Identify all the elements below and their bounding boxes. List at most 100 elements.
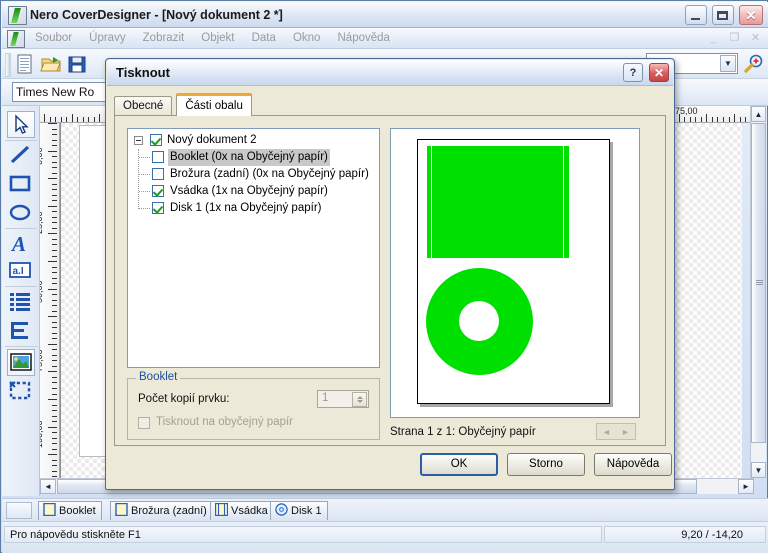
close-icon: ✕: [653, 65, 665, 80]
svg-text:a.I: a.I: [13, 266, 24, 277]
vertical-scroll-thumb[interactable]: [751, 123, 766, 443]
tree-checkbox-vsadka[interactable]: [152, 185, 164, 197]
tab-obecne[interactable]: Obecné: [114, 96, 173, 116]
rectangle-tool[interactable]: [7, 171, 35, 198]
doctab-booklet[interactable]: Booklet: [38, 501, 102, 520]
tree-row-vsadka[interactable]: Vsádka (1x na Obyčejný papír): [128, 183, 379, 200]
collapse-toggle-icon[interactable]: [134, 136, 143, 145]
tree-row-disk-1[interactable]: Disk 1 (1x na Obyčejný papír): [128, 200, 379, 217]
tree-branch-line: [139, 174, 150, 175]
window-title: Nero CoverDesigner - [Nový dokument 2 *]: [30, 8, 283, 22]
line-tool[interactable]: [7, 142, 35, 169]
close-icon: ✕: [745, 7, 757, 23]
help-button[interactable]: Nápověda: [594, 453, 672, 476]
dialog-tab-page: Nový dokument 2 Booklet (0x na Obyčejný …: [114, 115, 666, 446]
preview-next-icon[interactable]: ►: [621, 423, 630, 441]
new-document-icon[interactable]: [14, 54, 36, 75]
close-button[interactable]: ✕: [739, 5, 763, 25]
stepper-arrows-icon[interactable]: [352, 392, 367, 407]
window-controls: ✕: [683, 5, 763, 25]
cover-elements-tree[interactable]: Nový dokument 2 Booklet (0x na Obyčejný …: [127, 128, 380, 368]
tree-row-brozura-zadni[interactable]: Brožura (zadní) (0x na Obyčejný papír): [128, 166, 379, 183]
scroll-down-button[interactable]: ▼: [751, 462, 766, 478]
document-tab-bar: Booklet Brožura (zadní) Vsádka Disk 1: [2, 498, 768, 521]
placeholder-tool[interactable]: [7, 378, 35, 405]
dialog-body: Obecné Části obalu Nový dokument 2 Bookl…: [107, 86, 673, 488]
artistic-text-tool[interactable]: A: [7, 231, 35, 258]
field-tool[interactable]: [7, 318, 35, 345]
doctab-vsadka[interactable]: Vsádka: [210, 501, 274, 520]
text-box-tool[interactable]: a.I: [7, 258, 35, 285]
preview-page-nav[interactable]: ◄ ►: [596, 423, 636, 440]
menu-zobrazit[interactable]: Zobrazit: [136, 28, 192, 49]
save-document-icon[interactable]: [66, 54, 88, 75]
image-tool[interactable]: [7, 349, 35, 376]
menu-upravy[interactable]: Úpravy: [82, 28, 132, 49]
doctab-disk-1[interactable]: Disk 1: [270, 501, 328, 520]
mdi-minimize-button[interactable]: _: [705, 30, 722, 46]
select-arrow-tool[interactable]: [7, 111, 35, 138]
vertical-scrollbar[interactable]: ▲ ▼: [750, 106, 766, 478]
tree-label-vsadka: Vsádka (1x na Obyčejný papír): [170, 185, 328, 197]
print-dialog: Tisknout ? ✕ Obecné Části obalu Nový dok…: [105, 58, 675, 490]
preview-page: [417, 139, 610, 404]
maximize-button[interactable]: [711, 5, 734, 25]
booklet-back-icon: [115, 502, 128, 517]
ellipse-tool[interactable]: [7, 200, 35, 227]
ruler-label-v-25: 25,00: [40, 211, 44, 234]
menu-data[interactable]: Data: [245, 28, 283, 49]
scroll-up-button[interactable]: ▲: [751, 106, 766, 122]
open-document-icon[interactable]: [40, 54, 62, 75]
menu-objekt[interactable]: Objekt: [194, 28, 241, 49]
mdi-close-button[interactable]: ✕: [747, 30, 764, 46]
ok-button[interactable]: OK: [420, 453, 498, 476]
chevron-down-icon[interactable]: ▼: [720, 55, 736, 72]
status-hint: Pro nápovědu stiskněte F1: [4, 526, 602, 543]
tab-scroll-left-button[interactable]: [6, 502, 32, 519]
tree-checkbox-root[interactable]: [150, 134, 162, 146]
preview-prev-icon[interactable]: ◄: [602, 423, 611, 441]
inlay-icon: [214, 502, 229, 517]
menu-bar: Soubor Úpravy Zobrazit Objekt Data Okno …: [2, 28, 768, 49]
tab-casti-obalu[interactable]: Části obalu: [176, 93, 252, 116]
question-mark-icon: ?: [629, 66, 637, 79]
tree-checkbox-brozura-zadni[interactable]: [152, 168, 164, 180]
tool-palette: A a.I: [2, 106, 40, 496]
tree-checkbox-disk-1[interactable]: [152, 202, 164, 214]
tree-label-booklet: Booklet (0x na Obyčejný papír): [168, 149, 330, 166]
svg-text:A: A: [10, 232, 26, 256]
plain-paper-checkbox[interactable]: [138, 417, 150, 429]
ruler-label-v-75: 75,00: [40, 349, 44, 372]
scroll-right-button[interactable]: ►: [738, 479, 754, 494]
dialog-title: Tisknout: [116, 65, 170, 80]
vertical-ruler[interactable]: 0,00 25,00 50,00 75,00 100,00 125,00: [40, 123, 60, 478]
dialog-help-button[interactable]: ?: [622, 63, 643, 82]
scroll-left-button[interactable]: ◄: [40, 479, 56, 494]
ruler-label-v-100: 100,00: [40, 420, 44, 448]
print-preview-pane[interactable]: [390, 128, 640, 418]
font-name-input[interactable]: Times New Ro: [12, 82, 110, 102]
mdi-restore-button[interactable]: ❐: [726, 30, 743, 46]
cancel-button[interactable]: Storno: [507, 453, 585, 476]
tree-branch-line: [139, 191, 150, 192]
tree-row-booklet[interactable]: Booklet (0x na Obyčejný papír): [128, 149, 379, 166]
toolbar-grip[interactable]: [5, 53, 11, 77]
tree-label-root: Nový dokument 2: [167, 134, 257, 146]
dialog-close-button[interactable]: ✕: [649, 63, 669, 82]
palette-separator: [5, 140, 37, 141]
tree-row-root[interactable]: Nový dokument 2: [128, 132, 379, 149]
minimize-button[interactable]: [684, 5, 707, 25]
tree-checkbox-booklet[interactable]: [152, 151, 164, 163]
preview-inlay-shape: [427, 146, 569, 258]
palette-separator: [5, 286, 37, 287]
minimize-icon: [686, 6, 706, 24]
window-titlebar: Nero CoverDesigner - [Nový dokument 2 *]…: [2, 2, 768, 28]
copies-stepper[interactable]: 1: [317, 390, 369, 408]
menu-soubor[interactable]: Soubor: [28, 28, 79, 49]
track-list-tool[interactable]: [7, 289, 35, 316]
menu-okno[interactable]: Okno: [286, 28, 328, 49]
doctab-brozura-zadni[interactable]: Brožura (zadní): [110, 501, 213, 520]
zoom-in-icon[interactable]: [743, 54, 764, 75]
menu-napoveda[interactable]: Nápověda: [331, 28, 397, 49]
menu-items: Soubor Úpravy Zobrazit Objekt Data Okno …: [28, 28, 397, 49]
